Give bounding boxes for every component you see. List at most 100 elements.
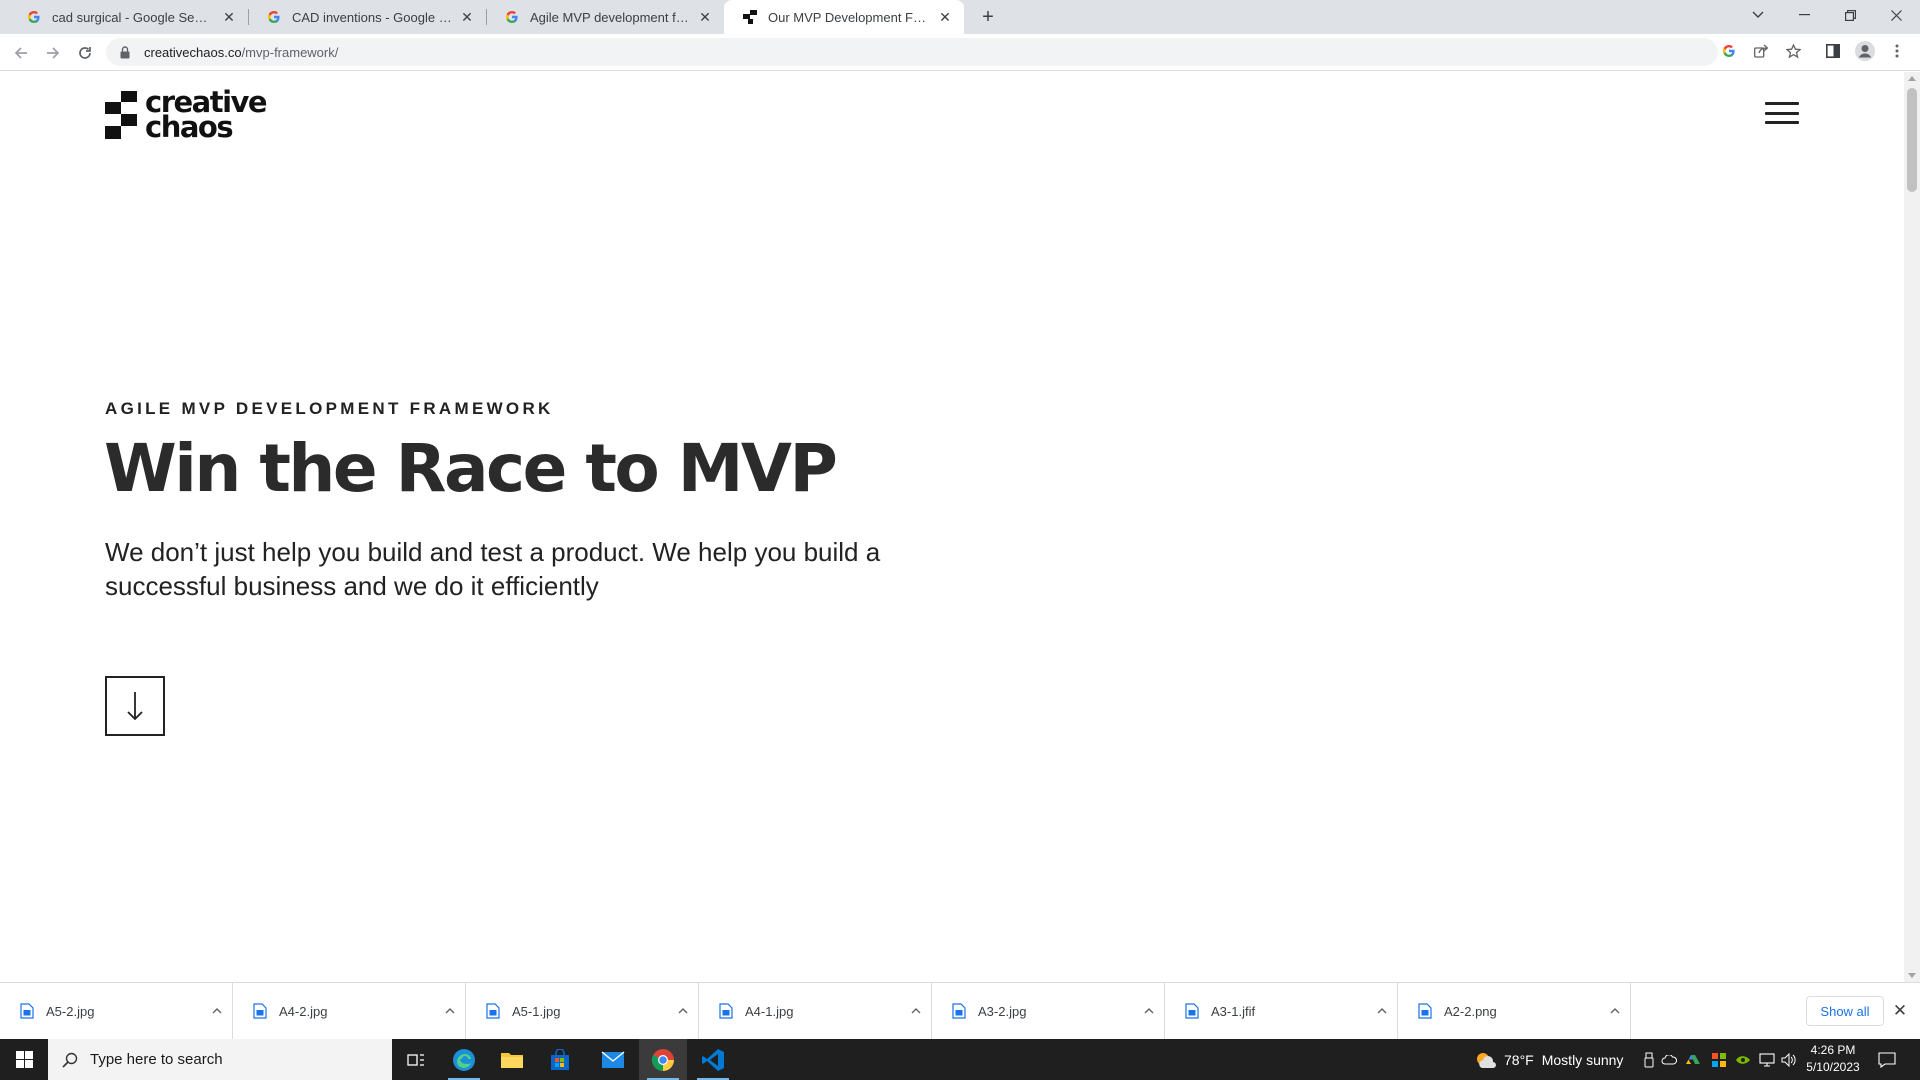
tab-cad-inventions[interactable]: CAD inventions - Google Search ✕ bbox=[248, 0, 486, 34]
creative-chaos-logo-mark bbox=[105, 91, 137, 139]
file-icon bbox=[952, 1003, 966, 1019]
lock-icon[interactable] bbox=[120, 45, 134, 59]
partly-sunny-icon bbox=[1477, 1052, 1496, 1068]
vscode-icon bbox=[702, 1048, 724, 1071]
edge-icon bbox=[453, 1048, 475, 1071]
file-icon bbox=[1185, 1003, 1199, 1019]
chevron-up-icon[interactable] bbox=[901, 1008, 931, 1014]
page-scrollbar[interactable] bbox=[1904, 72, 1920, 982]
scroll-down-arrow-icon[interactable] bbox=[1908, 973, 1916, 978]
chrome-app-button[interactable] bbox=[639, 1039, 687, 1080]
forward-arrow-icon bbox=[47, 47, 60, 59]
close-icon[interactable]: ✕ bbox=[936, 8, 954, 26]
download-item[interactable]: A4-1.jpg bbox=[699, 983, 932, 1039]
chevron-up-icon[interactable] bbox=[668, 1008, 698, 1014]
reload-button[interactable] bbox=[72, 40, 98, 66]
download-filename: A2-2.png bbox=[1444, 1003, 1497, 1019]
clock-date: 5/10/2023 bbox=[1806, 1060, 1860, 1074]
download-item[interactable]: A4-2.jpg bbox=[233, 983, 466, 1039]
scroll-up-arrow-icon[interactable] bbox=[1908, 76, 1916, 81]
tab-search-button[interactable] bbox=[1735, 0, 1781, 30]
drive-sync-icon[interactable] bbox=[1684, 1051, 1702, 1069]
chevron-down-icon bbox=[1752, 11, 1764, 18]
windows-logo-icon bbox=[15, 1051, 33, 1068]
file-icon bbox=[1418, 1003, 1432, 1019]
task-view-icon bbox=[407, 1053, 424, 1066]
reload-icon bbox=[79, 47, 91, 59]
close-icon[interactable]: ✕ bbox=[1890, 1000, 1910, 1022]
close-window-button[interactable] bbox=[1873, 0, 1919, 30]
chevron-up-icon[interactable] bbox=[1134, 1008, 1164, 1014]
close-icon[interactable]: ✕ bbox=[458, 8, 476, 26]
chevron-up-icon[interactable] bbox=[435, 1008, 465, 1014]
store-app-button[interactable] bbox=[536, 1039, 584, 1080]
menu-hamburger-icon[interactable] bbox=[1765, 102, 1799, 124]
security-shield-icon[interactable] bbox=[1710, 1051, 1728, 1069]
google-icon bbox=[266, 9, 282, 25]
windows-start-button[interactable] bbox=[0, 1039, 48, 1080]
edge-app-button[interactable] bbox=[440, 1039, 488, 1080]
bookmark-star-icon[interactable] bbox=[1782, 40, 1804, 62]
tab-cad-surgical[interactable]: cad surgical - Google Search ✕ bbox=[8, 0, 248, 34]
taskbar-search-box[interactable]: Type here to search bbox=[48, 1039, 392, 1080]
download-item[interactable]: A2-2.png bbox=[1398, 983, 1631, 1039]
share-icon[interactable] bbox=[1750, 40, 1772, 62]
side-panel-icon[interactable] bbox=[1822, 40, 1844, 62]
vscode-app-button[interactable] bbox=[689, 1039, 737, 1080]
download-filename: A5-2.jpg bbox=[46, 1003, 95, 1019]
scrollbar-thumb[interactable] bbox=[1907, 88, 1917, 192]
usb-device-icon[interactable] bbox=[1640, 1051, 1658, 1069]
site-logo[interactable]: creative chaos bbox=[105, 88, 268, 142]
back-button[interactable] bbox=[8, 40, 34, 66]
scroll-down-button[interactable] bbox=[105, 676, 165, 736]
download-item[interactable]: A3-1.jfif bbox=[1165, 983, 1398, 1039]
close-icon[interactable]: ✕ bbox=[696, 8, 714, 26]
menu-kebab-icon[interactable] bbox=[1886, 40, 1908, 62]
download-shelf: A5-2.jpg A4-2.jpg A5-1.jpg A4-1.jpg A3-2… bbox=[0, 982, 1920, 1039]
notification-center-icon[interactable] bbox=[1876, 1051, 1898, 1069]
task-view-button[interactable] bbox=[392, 1039, 440, 1080]
download-filename: A5-1.jpg bbox=[512, 1003, 561, 1019]
file-explorer-button[interactable] bbox=[488, 1039, 536, 1080]
close-icon[interactable]: ✕ bbox=[220, 8, 238, 26]
page-headline: Win the Race to MVP bbox=[104, 430, 838, 507]
download-item[interactable]: A3-2.jpg bbox=[932, 983, 1165, 1039]
browser-toolbar: creativechaos.co/mvp-framework/ bbox=[0, 34, 1920, 71]
tab-mvp-framework[interactable]: Our MVP Development Framework ✕ bbox=[724, 0, 964, 34]
tab-title: cad surgical - Google Search bbox=[52, 9, 214, 25]
weather-widget[interactable]: 78°F Mostly sunny bbox=[1474, 1039, 1623, 1080]
address-bar[interactable]: creativechaos.co/mvp-framework/ bbox=[106, 38, 1718, 66]
mail-app-button[interactable] bbox=[589, 1039, 637, 1080]
system-clock[interactable]: 4:26 PM 5/10/2023 bbox=[1796, 1042, 1870, 1076]
chevron-up-icon[interactable] bbox=[1600, 1008, 1630, 1014]
network-icon[interactable] bbox=[1758, 1051, 1776, 1069]
page-lede: We don’t just help you build and test a … bbox=[105, 537, 881, 601]
download-filename: A4-1.jpg bbox=[745, 1003, 794, 1019]
download-item[interactable]: A5-2.jpg bbox=[0, 983, 233, 1039]
tab-agile-mvp[interactable]: Agile MVP development framework ✕ bbox=[486, 0, 724, 34]
chevron-up-icon[interactable] bbox=[1367, 1008, 1397, 1014]
url-text: creativechaos.co/mvp-framework/ bbox=[144, 45, 338, 60]
file-icon bbox=[486, 1003, 500, 1019]
arrow-down-icon bbox=[127, 692, 143, 721]
download-item[interactable]: A5-1.jpg bbox=[466, 983, 699, 1039]
logo-wordmark: creative chaos bbox=[145, 88, 268, 142]
minimize-button[interactable] bbox=[1781, 0, 1827, 30]
google-icon bbox=[504, 9, 520, 25]
new-tab-button[interactable]: + bbox=[976, 5, 1000, 29]
folder-icon bbox=[501, 1052, 523, 1068]
show-all-downloads-button[interactable]: Show all bbox=[1806, 996, 1884, 1026]
clock-time: 4:26 PM bbox=[1810, 1043, 1856, 1057]
restore-icon bbox=[1844, 9, 1856, 21]
profile-avatar-icon[interactable] bbox=[1854, 40, 1876, 62]
chevron-up-icon[interactable] bbox=[202, 1008, 232, 1014]
tab-strip: cad surgical - Google Search ✕ CAD inven… bbox=[0, 0, 1920, 34]
forward-button[interactable] bbox=[40, 40, 66, 66]
google-lens-icon[interactable] bbox=[1718, 40, 1740, 62]
onedrive-icon[interactable] bbox=[1660, 1051, 1678, 1069]
tab-title: Agile MVP development framework bbox=[530, 9, 690, 25]
restore-button[interactable] bbox=[1827, 0, 1873, 30]
weather-condition: Mostly sunny bbox=[1541, 1051, 1624, 1068]
nvidia-icon[interactable] bbox=[1734, 1051, 1752, 1069]
creative-chaos-icon bbox=[742, 9, 758, 25]
